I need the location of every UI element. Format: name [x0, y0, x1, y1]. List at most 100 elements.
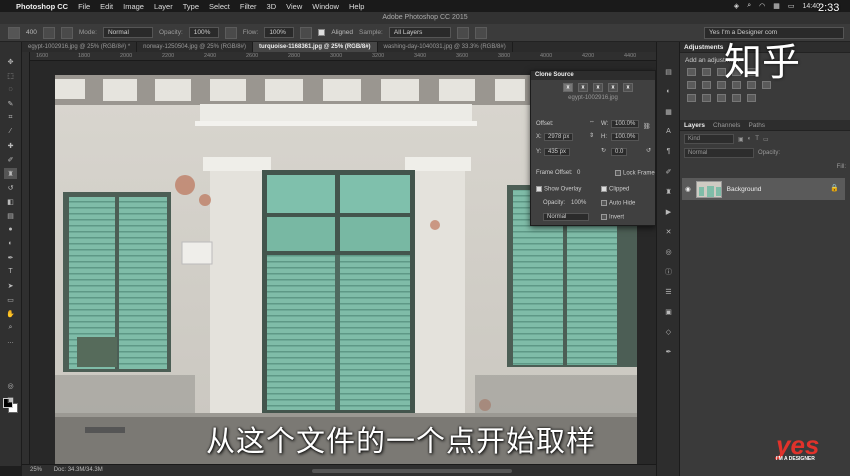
doc-size[interactable]: Doc: 34.3M/34.3M: [54, 467, 103, 473]
color-balance-icon[interactable]: [702, 81, 711, 89]
properties-icon[interactable]: ☰: [663, 286, 674, 297]
menu-layer[interactable]: Layer: [154, 2, 173, 11]
overlay-blend-select[interactable]: Normal: [543, 213, 589, 221]
brightness-contrast-icon[interactable]: [687, 68, 696, 76]
tab-channels[interactable]: Channels: [713, 122, 740, 129]
width-value[interactable]: 100.0%: [611, 120, 640, 128]
clone-stamp-preset-icon[interactable]: [8, 26, 20, 39]
reset-transform-icon[interactable]: ↺: [646, 147, 651, 154]
brush-presets-icon[interactable]: ✐: [663, 166, 674, 177]
pen-tool-icon[interactable]: ✒: [4, 252, 17, 263]
wifi-icon[interactable]: ◠: [759, 2, 765, 10]
path-select-tool-icon[interactable]: ➤: [4, 280, 17, 291]
filter-type-icon[interactable]: T: [755, 136, 759, 142]
angle-field[interactable]: 0.0: [611, 148, 628, 156]
y-value[interactable]: 435 px: [544, 148, 571, 156]
show-overlay-checkbox[interactable]: Show Overlay: [536, 186, 581, 193]
opacity-field[interactable]: 100%: [188, 27, 219, 38]
levels-icon[interactable]: [702, 68, 711, 76]
eraser-tool-icon[interactable]: ◧: [4, 196, 17, 207]
mode-select[interactable]: Normal: [102, 27, 153, 38]
pressure-size-icon[interactable]: [474, 26, 487, 39]
eye-icon[interactable]: ◉: [685, 185, 691, 193]
quick-select-tool-icon[interactable]: ✎: [4, 98, 17, 109]
overlay-opacity-value[interactable]: 100%: [571, 200, 586, 206]
search-icon[interactable]: ⌕: [747, 2, 751, 10]
clone-source-slot-5-icon[interactable]: ♜: [623, 83, 633, 92]
timeline-icon[interactable]: ▶: [663, 206, 674, 217]
x-field[interactable]: 2978 px: [544, 133, 574, 141]
link-icon[interactable]: ⛓: [643, 123, 651, 130]
menu-view[interactable]: View: [286, 2, 302, 11]
eyedropper-tool-icon[interactable]: ⁄: [4, 126, 17, 137]
libraries-icon[interactable]: ▣: [663, 306, 674, 317]
marquee-tool-icon[interactable]: ⬚: [4, 70, 17, 81]
clone-source-panel[interactable]: Clone Source ♜ ♜ ♜ ♜ ♜ egypt-1002916.jpg…: [530, 70, 656, 226]
clipped-check-box[interactable]: [601, 186, 607, 192]
lock-frame-check-box[interactable]: [615, 170, 621, 176]
show-overlay-check-box[interactable]: [536, 186, 542, 192]
auto-hide-checkbox[interactable]: Auto Hide: [601, 200, 635, 207]
flow-field[interactable]: 100%: [264, 27, 295, 38]
ignore-adjustment-icon[interactable]: [456, 26, 469, 39]
angle-value[interactable]: 0.0: [611, 148, 628, 156]
height-field[interactable]: 100.0%: [611, 133, 640, 141]
menu-file[interactable]: File: [78, 2, 90, 11]
tab-egypt[interactable]: egypt-1002916.jpg @ 25% (RGB/8#) *: [22, 42, 138, 52]
x-value[interactable]: 2978 px: [544, 133, 574, 141]
brush-panel-icon[interactable]: [42, 26, 55, 39]
paragraph-icon[interactable]: ¶: [663, 146, 674, 157]
info-icon[interactable]: ⓘ: [663, 266, 674, 277]
menu-3d[interactable]: 3D: [267, 2, 277, 11]
posterize-icon[interactable]: [702, 94, 711, 102]
invert-checkbox[interactable]: Invert: [601, 214, 624, 221]
tab-washing-day[interactable]: washing-day-1040031.jpg @ 33.3% (RGB/8#): [378, 42, 513, 52]
selective-color-icon[interactable]: [747, 94, 756, 102]
frame-offset-value[interactable]: 0: [577, 170, 580, 176]
menu-edit[interactable]: Edit: [100, 2, 113, 11]
lasso-tool-icon[interactable]: ◌: [4, 84, 17, 95]
screen-mode-icon[interactable]: ▣: [4, 394, 17, 405]
invert-adjust-icon[interactable]: [687, 94, 696, 102]
airbrush-icon[interactable]: [300, 26, 313, 39]
aligned-checkbox[interactable]: [318, 29, 326, 36]
character-icon[interactable]: A: [663, 126, 674, 137]
tab-layers[interactable]: Layers: [684, 122, 705, 129]
zoom-tool-icon[interactable]: ⌕: [4, 322, 17, 333]
dodge-tool-icon[interactable]: ◐: [4, 238, 17, 249]
clone-source-panel-icon[interactable]: [60, 26, 73, 39]
actions-icon[interactable]: ✕: [663, 226, 674, 237]
menu-type[interactable]: Type: [183, 2, 199, 11]
dropbox-icon[interactable]: ◈: [734, 2, 739, 10]
more-tools-icon[interactable]: …: [4, 336, 17, 347]
paths-icon[interactable]: ✒: [663, 346, 674, 357]
layer-kind-filter[interactable]: Kind: [684, 134, 734, 144]
crop-tool-icon[interactable]: ⌗: [4, 112, 17, 123]
color-panel-icon[interactable]: ◐: [663, 86, 674, 97]
sample-select[interactable]: All Layers: [388, 27, 451, 38]
layer-name[interactable]: Background: [727, 186, 762, 193]
auto-hide-check-box[interactable]: [601, 200, 607, 206]
brush-size[interactable]: 400: [26, 29, 37, 36]
tab-adjustments[interactable]: Adjustments: [684, 44, 723, 51]
flip-horizontal-icon[interactable]: ⇔: [589, 119, 595, 125]
menu-image[interactable]: Image: [123, 2, 144, 11]
flip-vertical-icon[interactable]: ⇕: [589, 132, 594, 139]
history-brush-tool-icon[interactable]: ↺: [4, 182, 17, 193]
y-field[interactable]: 435 px: [544, 148, 571, 156]
tab-norway[interactable]: norway-1250504.jpg @ 25% (RGB/8#): [137, 42, 253, 52]
filter-adjust-icon[interactable]: ◐: [748, 136, 752, 142]
layer-blend-mode[interactable]: Normal: [684, 148, 754, 158]
hue-saturation-icon[interactable]: [687, 81, 696, 89]
app-menu[interactable]: Photoshop CC: [16, 2, 68, 11]
quick-mask-icon[interactable]: ◎: [4, 380, 17, 391]
healing-brush-tool-icon[interactable]: ✚: [4, 140, 17, 151]
gradient-map-icon[interactable]: [732, 94, 741, 102]
clone-source-slot-1-icon[interactable]: ♜: [563, 83, 573, 92]
flag-icon[interactable]: ▦: [773, 2, 780, 10]
swatches-icon[interactable]: ▦: [663, 106, 674, 117]
move-tool-icon[interactable]: ✥: [4, 56, 17, 67]
threshold-icon[interactable]: [717, 94, 726, 102]
styles-icon[interactable]: ◇: [663, 326, 674, 337]
tab-turquoise[interactable]: turquoise-1168361.jpg @ 25% (RGB/8#): [252, 42, 378, 52]
